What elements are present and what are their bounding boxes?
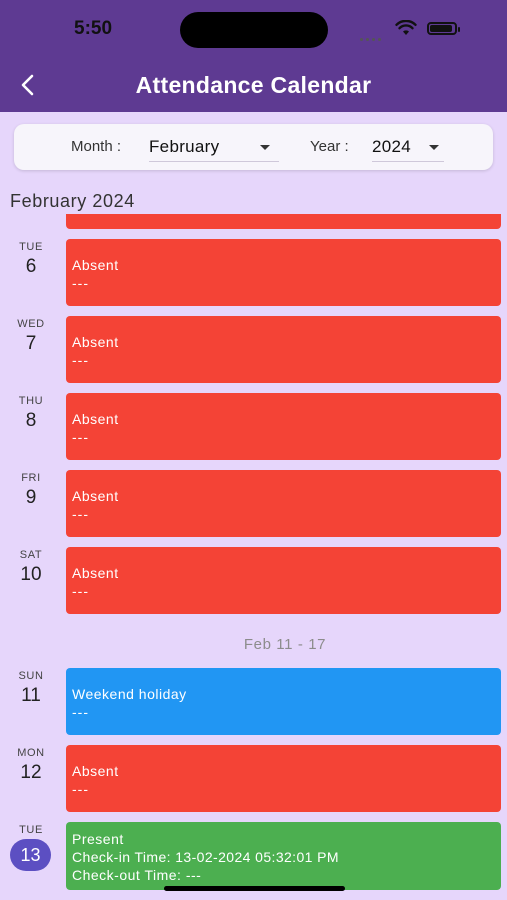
caret-down-icon	[429, 145, 439, 150]
day-of-week: WED	[17, 318, 45, 330]
day-number: 11	[21, 685, 41, 706]
wifi-icon	[395, 20, 417, 35]
day-number: 8	[25, 410, 37, 431]
filter-card: Month : February Year : 2024	[14, 124, 493, 170]
caret-down-icon	[260, 145, 270, 150]
event-detail: ---	[72, 429, 89, 445]
day-number: 9	[25, 487, 37, 508]
month-heading: February 2024	[10, 191, 135, 211]
day-of-week: THU	[18, 395, 44, 407]
event-detail: ---	[72, 506, 89, 522]
event-card-absent[interactable]: Absent ---	[66, 745, 501, 812]
year-label: Year :	[310, 138, 349, 155]
event-detail: ---	[72, 275, 89, 291]
event-detail: ---	[72, 704, 89, 720]
event-detail: ---	[72, 781, 89, 797]
event-detail: ---	[72, 583, 89, 599]
status-bar: 5:50	[0, 0, 507, 58]
cellular-icon	[360, 28, 384, 41]
event-status: Weekend holiday	[72, 686, 187, 702]
day-number: 6	[25, 256, 37, 277]
event-card-absent[interactable]: Absent ---	[66, 239, 501, 306]
event-status: Absent	[72, 411, 119, 427]
event-card-absent[interactable]: Absent ---	[66, 393, 501, 460]
event-card-present[interactable]: Present Check-in Time: 13-02-2024 05:32:…	[66, 822, 501, 890]
event-checkin: Check-in Time: 13-02-2024 05:32:01 PM	[72, 849, 339, 865]
day-of-week: SAT	[19, 549, 43, 561]
app-header: 5:50 Attendance Calendar	[0, 0, 507, 112]
status-time: 5:50	[74, 18, 113, 39]
day-of-week: TUE	[19, 824, 43, 836]
battery-icon	[427, 22, 460, 35]
event-checkout: Check-out Time: ---	[72, 867, 202, 883]
event-status: Absent	[72, 488, 119, 504]
year-select[interactable]: 2024	[372, 134, 444, 162]
event-status: Absent	[72, 334, 119, 350]
month-select-value: February	[149, 137, 220, 156]
day-number: 7	[25, 333, 37, 354]
event-status: Present	[72, 831, 124, 847]
page-title: Attendance Calendar	[135, 72, 372, 98]
event-card-absent[interactable]: Absent ---	[66, 316, 501, 383]
day-of-week: SUN	[18, 670, 44, 682]
day-of-week: FRI	[21, 472, 41, 484]
day-number: 10	[20, 564, 42, 585]
event-card-holiday[interactable]: Weekend holiday ---	[66, 668, 501, 735]
month-label: Month :	[71, 138, 122, 155]
event-card-absent[interactable]: Absent ---	[66, 547, 501, 614]
day-of-week: TUE	[19, 241, 43, 253]
year-select-value: 2024	[372, 137, 412, 156]
event-detail: ---	[72, 352, 89, 368]
event-card-partial[interactable]	[66, 214, 501, 229]
day-of-week: MON	[17, 747, 45, 759]
event-status: Absent	[72, 565, 119, 581]
dynamic-island	[180, 12, 328, 48]
home-indicator	[164, 886, 345, 891]
day-number: 12	[20, 762, 42, 783]
month-select[interactable]: February	[149, 134, 279, 162]
event-card-absent[interactable]: Absent ---	[66, 470, 501, 537]
today-badge: 13	[10, 839, 51, 871]
event-status: Absent	[72, 763, 119, 779]
event-status: Absent	[72, 257, 119, 273]
week-separator: Feb 11 - 17	[243, 636, 327, 653]
